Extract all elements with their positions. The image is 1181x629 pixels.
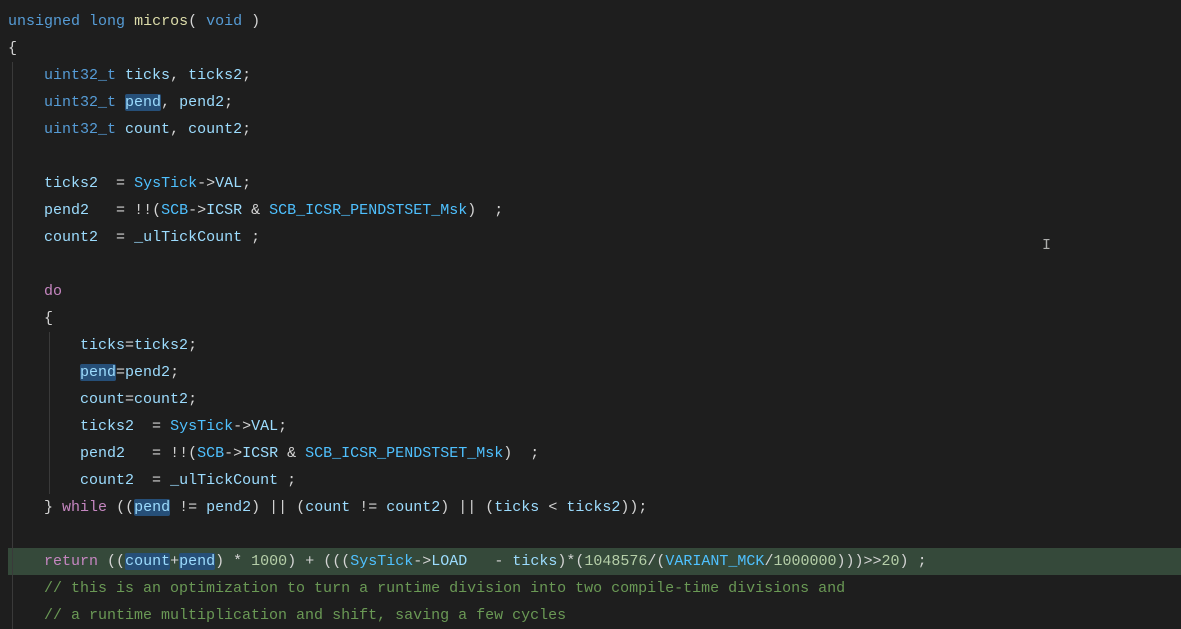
text-cursor-icon: I <box>1042 232 1043 250</box>
code-line[interactable]: ticks=ticks2; <box>8 332 1181 359</box>
code-line[interactable]: pend=pend2; <box>8 359 1181 386</box>
constant: SysTick <box>134 175 197 192</box>
code-line[interactable]: uint32_t count, count2; <box>8 116 1181 143</box>
keyword-type: uint32_t <box>44 121 116 138</box>
property: ICSR <box>206 202 242 219</box>
property: VAL <box>251 418 278 435</box>
code-line[interactable]: count2 = _ulTickCount ; <box>8 224 1181 251</box>
variable: pend2 <box>44 202 89 219</box>
keyword-control: do <box>44 283 62 300</box>
constant: SCB <box>197 445 224 462</box>
variable: pend2 <box>125 364 170 381</box>
code-line[interactable]: { <box>8 305 1181 332</box>
constant: VARIANT_MCK <box>665 553 764 570</box>
brace-open: { <box>8 40 17 57</box>
number-literal: 1000 <box>251 553 287 570</box>
constant: SCB <box>161 202 188 219</box>
code-line[interactable]: count2 = _ulTickCount ; <box>8 467 1181 494</box>
brace-open: { <box>44 310 53 327</box>
constant: SCB_ICSR_PENDSTSET_Msk <box>305 445 503 462</box>
property: VAL <box>215 175 242 192</box>
variable-highlighted: pend <box>80 364 116 381</box>
code-line-blank[interactable] <box>8 521 1181 548</box>
number-literal: 1048576 <box>584 553 647 570</box>
constant: SysTick <box>350 553 413 570</box>
code-line-blank[interactable] <box>8 251 1181 278</box>
keyword-type: void <box>206 13 242 30</box>
punctuation: ( <box>188 13 197 30</box>
code-line-active[interactable]: return ((count+pend) * 1000) + (((SysTic… <box>8 548 1181 575</box>
variable-highlighted: pend <box>125 94 161 111</box>
constant: SCB_ICSR_PENDSTSET_Msk <box>269 202 467 219</box>
variable: count2 <box>134 391 188 408</box>
variable: ticks <box>494 499 539 516</box>
variable: ticks2 <box>566 499 620 516</box>
code-line[interactable]: pend2 = !!(SCB->ICSR & SCB_ICSR_PENDSTSE… <box>8 440 1181 467</box>
variable: ticks2 <box>188 67 242 84</box>
variable: count <box>305 499 350 516</box>
code-line[interactable]: uint32_t ticks, ticks2; <box>8 62 1181 89</box>
keyword-type: uint32_t <box>44 67 116 84</box>
code-line-blank[interactable] <box>8 143 1181 170</box>
variable: count2 <box>188 121 242 138</box>
variable-highlighted: pend <box>179 553 215 570</box>
code-line[interactable]: { <box>8 35 1181 62</box>
variable: ticks <box>80 337 125 354</box>
code-line[interactable]: ticks2 = SysTick->VAL; <box>8 413 1181 440</box>
variable: ticks2 <box>134 337 188 354</box>
code-line[interactable]: ticks2 = SysTick->VAL; <box>8 170 1181 197</box>
keyword-type: uint32_t <box>44 94 116 111</box>
function-name: micros <box>134 13 188 30</box>
code-line[interactable]: } while ((pend != pend2) || (count != co… <box>8 494 1181 521</box>
number-literal: 1000000 <box>773 553 836 570</box>
code-line[interactable]: do <box>8 278 1181 305</box>
variable: _ulTickCount <box>134 229 242 246</box>
comment: // a runtime multiplication and shift, s… <box>44 607 566 624</box>
brace-close: } <box>44 499 53 516</box>
comment: // this is an optimization to turn a run… <box>44 580 845 597</box>
keyword-type: long <box>89 13 125 30</box>
variable: pend2 <box>80 445 125 462</box>
variable-highlighted: pend <box>134 499 170 516</box>
keyword-type: unsigned <box>8 13 80 30</box>
keyword-control: return <box>44 553 98 570</box>
code-line[interactable]: unsigned long micros( void ) <box>8 8 1181 35</box>
punctuation: ) <box>251 13 260 30</box>
code-editor[interactable]: unsigned long micros( void ) { uint32_t … <box>0 0 1181 629</box>
code-line[interactable]: count=count2; <box>8 386 1181 413</box>
variable-highlighted: count <box>125 553 170 570</box>
variable: count <box>125 121 170 138</box>
code-line[interactable]: uint32_t pend, pend2; <box>8 89 1181 116</box>
variable: pend2 <box>179 94 224 111</box>
number-literal: 20 <box>882 553 900 570</box>
code-line[interactable]: // this is an optimization to turn a run… <box>8 575 1181 602</box>
keyword-control: while <box>62 499 107 516</box>
property: ICSR <box>242 445 278 462</box>
variable: _ulTickCount <box>170 472 278 489</box>
constant: SysTick <box>170 418 233 435</box>
variable: count2 <box>386 499 440 516</box>
variable: pend2 <box>206 499 251 516</box>
variable: ticks2 <box>80 418 134 435</box>
property: LOAD <box>431 553 467 570</box>
variable: ticks <box>512 553 557 570</box>
variable: ticks <box>125 67 170 84</box>
variable: count <box>80 391 125 408</box>
variable: ticks2 <box>44 175 98 192</box>
variable: count2 <box>80 472 134 489</box>
variable: count2 <box>44 229 98 246</box>
code-line[interactable]: pend2 = !!(SCB->ICSR & SCB_ICSR_PENDSTSE… <box>8 197 1181 224</box>
